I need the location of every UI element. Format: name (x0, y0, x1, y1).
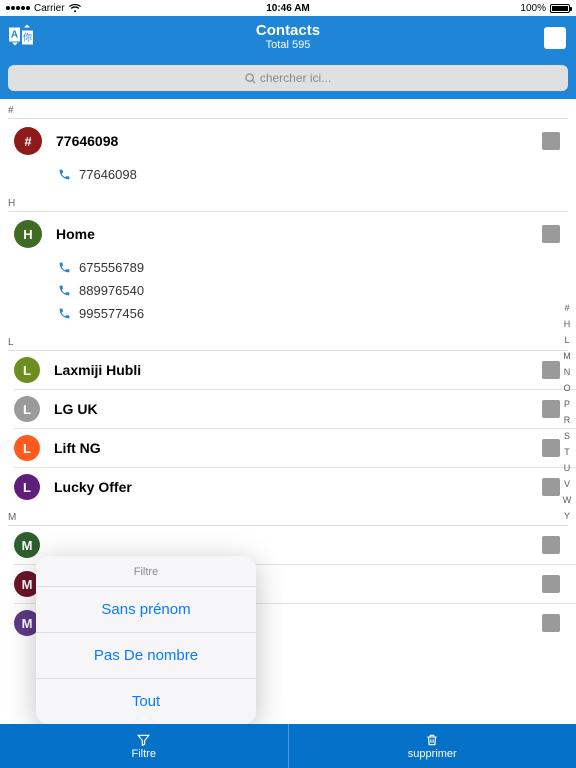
signal-dots-icon (6, 6, 30, 10)
carrier-label: Carrier (34, 3, 65, 14)
phone-icon (58, 261, 71, 274)
phone-row[interactable]: 889976540 (0, 279, 576, 302)
phone-icon (58, 168, 71, 181)
phone-row[interactable]: 995577456 (0, 302, 576, 325)
battery-icon (550, 4, 570, 13)
avatar: L (14, 396, 40, 422)
phone-row[interactable]: 675556789 (0, 256, 576, 279)
contact-row[interactable]: L Lift NG (0, 429, 576, 467)
phone-number: 675556789 (79, 260, 144, 275)
header-action-button[interactable] (544, 27, 566, 49)
wifi-icon (69, 4, 81, 13)
delete-label: supprimer (408, 748, 457, 760)
checkbox[interactable] (542, 225, 560, 243)
phone-number: 77646098 (79, 167, 137, 182)
avatar: H (14, 220, 42, 248)
avatar: L (14, 357, 40, 383)
avatar: L (14, 435, 40, 461)
contact-row[interactable]: L Laxmiji Hubli (0, 351, 576, 389)
battery-pct: 100% (520, 3, 546, 14)
avatar: L (14, 474, 40, 500)
status-bar: Carrier 10:46 AM 100% (0, 0, 576, 16)
search-placeholder: chercher ici... (260, 71, 331, 85)
translate-button[interactable]: A 你 (8, 25, 36, 52)
funnel-icon (136, 733, 151, 747)
contact-row[interactable]: # 77646098 (0, 119, 576, 163)
search-bar-wrap: chercher ici... (0, 60, 576, 99)
checkbox[interactable] (542, 132, 560, 150)
avatar: # (14, 127, 42, 155)
contact-name: LG UK (54, 401, 542, 417)
filter-popover: Filtre Sans prénom Pas De nombre Tout (36, 556, 256, 724)
bottom-toolbar: Filtre supprimer (0, 724, 576, 768)
app-header: A 你 Contacts Total 595 (0, 16, 576, 60)
contact-name: 77646098 (56, 133, 542, 149)
contact-row[interactable]: L LG UK (0, 390, 576, 428)
page-title: Contacts (256, 23, 320, 38)
checkbox[interactable] (542, 614, 560, 632)
contact-row[interactable]: H Home (0, 212, 576, 256)
checkbox[interactable] (542, 361, 560, 379)
filter-option-all[interactable]: Tout (36, 678, 256, 724)
phone-number: 889976540 (79, 283, 144, 298)
phone-icon (58, 284, 71, 297)
delete-button[interactable]: supprimer (289, 724, 576, 768)
clock: 10:46 AM (266, 3, 310, 14)
section-header-l: L (0, 331, 576, 350)
section-header-h: H (0, 192, 576, 211)
filter-label: Filtre (132, 748, 156, 760)
section-header-m: M (0, 506, 576, 525)
svg-text:A: A (11, 30, 18, 41)
trash-icon (425, 733, 439, 747)
search-input[interactable]: chercher ici... (8, 65, 568, 91)
phone-number: 995577456 (79, 306, 144, 321)
filter-button[interactable]: Filtre (0, 724, 288, 768)
filter-option-no-firstname[interactable]: Sans prénom (36, 586, 256, 632)
popover-title: Filtre (36, 556, 256, 586)
contact-name: Lucky Offer (54, 479, 542, 495)
contact-name: Laxmiji Hubli (54, 362, 542, 378)
checkbox[interactable] (542, 575, 560, 593)
svg-text:你: 你 (23, 32, 32, 43)
contact-name: Lift NG (54, 440, 542, 456)
phone-row[interactable]: 77646098 (0, 163, 576, 186)
page-subtitle: Total 595 (266, 38, 311, 52)
filter-option-no-number[interactable]: Pas De nombre (36, 632, 256, 678)
checkbox[interactable] (542, 478, 560, 496)
contact-name: Home (56, 226, 542, 242)
checkbox[interactable] (542, 400, 560, 418)
checkbox[interactable] (542, 439, 560, 457)
section-header-hash: # (0, 99, 576, 118)
contact-row[interactable]: L Lucky Offer (0, 468, 576, 506)
phone-icon (58, 307, 71, 320)
search-icon (245, 73, 256, 84)
checkbox[interactable] (542, 536, 560, 554)
avatar: M (14, 532, 40, 558)
